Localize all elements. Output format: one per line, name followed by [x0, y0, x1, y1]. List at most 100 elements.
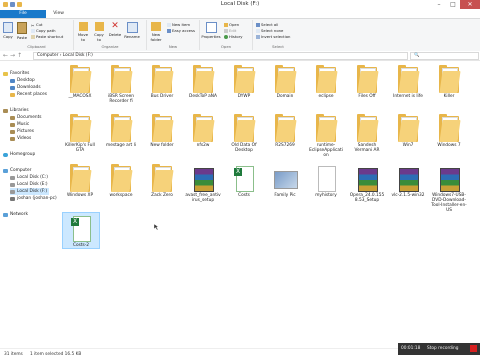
select-all-icon: [256, 22, 260, 27]
file-item[interactable]: avast_free_antivirus_setup: [185, 163, 221, 203]
file-item[interactable]: eclipse: [308, 64, 344, 99]
copy-to-button[interactable]: Copy to: [92, 22, 106, 42]
sidebar-item-videos[interactable]: Videos: [10, 135, 31, 142]
sidebar-item-homegroup[interactable]: Homegroup: [3, 151, 35, 158]
cut-button[interactable]: ✂ Cut: [31, 22, 43, 28]
file-label: Old Data Of Desktop: [231, 143, 257, 153]
file-item[interactable]: Bus Driver: [144, 64, 180, 99]
file-label: Costs-2: [72, 243, 90, 248]
forward-arrow-icon[interactable]: →: [10, 52, 15, 59]
file-item[interactable]: DYWP: [226, 64, 262, 99]
tab-file[interactable]: File: [0, 10, 46, 18]
sidebar-item-favorites[interactable]: Favorites: [3, 70, 29, 77]
file-item[interactable]: KillerKip's Full GTA: [62, 113, 98, 153]
sidebar-item-documents[interactable]: Documents: [10, 114, 42, 121]
music-icon: [10, 122, 15, 127]
file-item[interactable]: DeskToP aNA: [185, 64, 221, 99]
file-label: Zack Zero: [151, 193, 173, 198]
file-item[interactable]: __MACOSX: [62, 64, 98, 99]
select-none-button[interactable]: Select none: [256, 28, 283, 33]
file-item[interactable]: Files Off: [349, 64, 385, 99]
sidebar-item-desktop[interactable]: Desktop: [10, 77, 35, 84]
up-arrow-icon[interactable]: ↑: [17, 52, 22, 59]
sidebar-item-libraries[interactable]: Libraries: [3, 107, 29, 114]
folder-icon: [315, 64, 338, 94]
select-all-label: Select all: [261, 22, 279, 27]
file-item[interactable]: Killer: [431, 64, 467, 99]
search-input[interactable]: 🔍: [410, 52, 479, 60]
sidebar-item-recent-places[interactable]: Recent places: [10, 91, 47, 98]
history-button[interactable]: History: [224, 34, 243, 39]
open-group: Properties Open Edit History Open: [200, 20, 253, 50]
stop-icon[interactable]: [470, 345, 477, 352]
sidebar-item-downloads[interactable]: Downloads: [10, 84, 41, 91]
file-item[interactable]: iBSR Screen Recorder fi: [103, 64, 139, 104]
sidebar-item-local-disk-f[interactable]: Local Disk (F:): [10, 188, 50, 195]
sidebar-item-pictures[interactable]: Pictures: [10, 128, 34, 135]
file-item[interactable]: Old Data Of Desktop: [226, 113, 262, 153]
file-item[interactable]: Windows 7: [431, 113, 467, 148]
close-button[interactable]: ✕: [460, 0, 480, 9]
paste-label: Paste: [16, 35, 28, 40]
file-item[interactable]: X Costs-2: [62, 212, 100, 249]
copy-button[interactable]: Copy: [2, 22, 14, 39]
back-arrow-icon[interactable]: ←: [3, 52, 8, 59]
select-all-button[interactable]: Select all: [256, 22, 278, 27]
file-item[interactable]: Win7: [390, 113, 426, 148]
paste-shortcut-button[interactable]: Paste shortcut: [31, 34, 63, 39]
file-item[interactable]: vlc-2.1.5-win32: [390, 163, 426, 198]
rename-button[interactable]: Rename: [124, 22, 140, 39]
sidebar-item-music[interactable]: Music: [10, 121, 29, 128]
file-item[interactable]: Domain: [267, 64, 303, 99]
file-item[interactable]: Family Pic: [267, 163, 303, 198]
tab-view[interactable]: View: [48, 10, 69, 18]
move-to-button[interactable]: Move to: [76, 22, 90, 42]
edit-button[interactable]: Edit: [224, 28, 236, 33]
search-icon: 🔍: [414, 53, 420, 58]
text-icon: [315, 163, 337, 193]
sidebar-item-network-drive[interactable]: joshan (joshan-pc): [10, 195, 57, 202]
file-item[interactable]: X Costs: [226, 163, 262, 198]
sidebar-item-computer[interactable]: Computer: [3, 167, 31, 174]
folder-icon: [274, 113, 297, 143]
file-item[interactable]: Sandesh Vermani AR: [349, 113, 385, 153]
rename-label: Rename: [124, 34, 140, 39]
sidebar-item-local-disk-e[interactable]: Local Disk (E:): [10, 181, 48, 188]
sidebar-item-network[interactable]: Network: [3, 211, 28, 218]
open-button[interactable]: Open: [224, 22, 239, 27]
new-item-button[interactable]: New item: [167, 22, 190, 27]
invert-selection-button[interactable]: Invert selection: [256, 34, 290, 39]
delete-icon: ✕: [111, 21, 119, 31]
folder-icon: [438, 113, 461, 143]
file-label: workspace: [109, 193, 133, 198]
excel-icon: X: [233, 163, 255, 193]
file-item[interactable]: mestage art li: [103, 113, 139, 148]
file-item[interactable]: Windows7-USB-DVD-Download-Tool-Installer…: [431, 163, 467, 213]
stop-recording-button[interactable]: Stop recording: [427, 346, 459, 351]
properties-button[interactable]: Properties: [201, 22, 221, 39]
new-group-label: New: [168, 44, 178, 49]
copy-path-button[interactable]: Copy path: [31, 28, 55, 33]
minimize-button[interactable]: –: [432, 0, 446, 9]
file-item[interactable]: R2S7269: [267, 113, 303, 148]
file-item[interactable]: Zack Zero: [144, 163, 180, 198]
easy-access-label: Easy access: [172, 28, 195, 33]
file-item[interactable]: workspace: [103, 163, 139, 198]
file-item[interactable]: Opera_24.0.1558.53_Setup: [349, 163, 385, 203]
file-item[interactable]: Internet is life: [390, 64, 426, 99]
easy-access-button[interactable]: Easy access: [167, 28, 195, 33]
delete-button[interactable]: ✕ Delete: [108, 21, 122, 38]
file-item[interactable]: New folder: [144, 113, 180, 148]
file-item[interactable]: runtime-EclipseApplication: [308, 113, 344, 158]
file-item[interactable]: Windows XP: [62, 163, 98, 198]
file-item[interactable]: myhistory: [308, 163, 344, 198]
clipboard-group: Copy Paste ✂ Cut Copy path Paste shortcu…: [0, 20, 74, 50]
address-bar[interactable]: Computer › Local Disk (F:): [33, 52, 408, 60]
file-item[interactable]: nfs2w: [185, 113, 221, 148]
new-folder-button[interactable]: New folder: [148, 22, 164, 42]
sidebar-item-local-disk-c[interactable]: Local Disk (C:): [10, 174, 48, 181]
paste-button[interactable]: Paste: [16, 22, 28, 40]
navigation-bar: ← → ↑ Computer › Local Disk (F:) 🔍: [0, 51, 480, 61]
maximize-button[interactable]: □: [446, 0, 460, 9]
file-label: Domain: [276, 94, 294, 99]
